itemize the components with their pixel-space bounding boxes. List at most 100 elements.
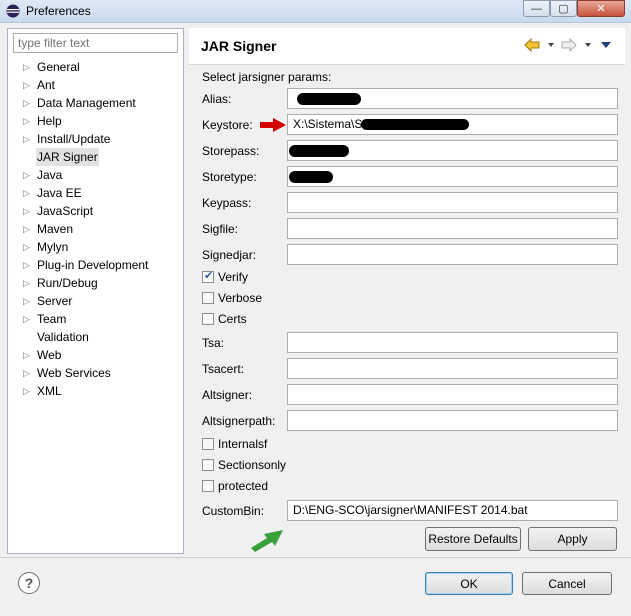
tree-item[interactable]: ▷ Java — [8, 166, 183, 184]
tree-item[interactable]: ▷ Web Services — [8, 364, 183, 382]
custombin-field[interactable]: D:\ENG-SCO\jarsigner\MANIFEST 2014.bat — [287, 500, 618, 521]
redaction-mark — [289, 171, 333, 183]
tsacert-label: Tsacert: — [202, 362, 245, 376]
help-icon[interactable]: ? — [18, 572, 40, 594]
redaction-mark — [289, 145, 349, 157]
tree-item-label: Java EE — [37, 186, 82, 200]
protected-checkbox[interactable] — [202, 480, 214, 492]
tree-item[interactable]: ▷ Run/Debug — [8, 274, 183, 292]
sigfile-label: Sigfile: — [202, 222, 239, 236]
minimize-button[interactable]: — — [523, 0, 550, 17]
expand-arrow-icon[interactable]: ▷ — [23, 94, 31, 112]
tree-item[interactable]: ▷ Mylyn — [8, 238, 183, 256]
tree-item[interactable]: ▷ Maven — [8, 220, 183, 238]
tree-item[interactable]: ▷ General — [8, 58, 183, 76]
tree-item[interactable]: ▷ XML — [8, 382, 183, 400]
signedjar-field[interactable] — [287, 244, 618, 265]
verbose-checkbox[interactable] — [202, 292, 214, 304]
close-button[interactable]: ✕ — [577, 0, 625, 17]
expand-arrow-icon[interactable]: ▷ — [23, 220, 31, 238]
storetype-field[interactable] — [287, 166, 618, 187]
green-annotation-arrow — [251, 530, 283, 552]
cancel-button[interactable]: Cancel — [522, 572, 612, 595]
back-dropdown-icon[interactable] — [547, 38, 555, 52]
section-label: Select jarsigner params: — [202, 70, 332, 84]
verify-checkbox[interactable]: ✔ — [202, 270, 214, 283]
verbose-label: Verbose — [218, 291, 263, 305]
expand-arrow-icon[interactable]: ▷ — [23, 364, 31, 382]
expand-arrow-icon[interactable]: ▷ — [23, 256, 31, 274]
tsa-field[interactable] — [287, 332, 618, 353]
ok-button[interactable]: OK — [425, 572, 513, 595]
protected-label: protected — [218, 479, 269, 493]
forward-dropdown-icon[interactable] — [584, 38, 592, 52]
storetype-label: Storetype: — [202, 170, 257, 184]
altsigner-field[interactable] — [287, 384, 618, 405]
altsignerpath-field[interactable] — [287, 410, 618, 431]
keystore-label: Keystore: — [202, 118, 253, 132]
jar-signer-page: JAR Signer Select jarsigner params: Alia… — [189, 28, 625, 554]
tree-item-label: Java — [37, 168, 63, 182]
custombin-label: CustomBin: — [202, 504, 265, 518]
tree-item[interactable]: ▷ Server — [8, 292, 183, 310]
page-title: JAR Signer — [201, 38, 277, 54]
expand-arrow-icon[interactable]: ▷ — [23, 184, 31, 202]
tree-item[interactable]: ▷ Java EE — [8, 184, 183, 202]
redaction-mark — [297, 93, 361, 105]
filter-input[interactable] — [13, 33, 178, 53]
tree-item[interactable]: ▷ Web — [8, 346, 183, 364]
storepass-label: Storepass: — [202, 144, 260, 158]
expand-arrow-icon[interactable]: ▷ — [23, 346, 31, 364]
tree-item-label: Web — [37, 348, 62, 362]
tree-item-label: General — [37, 60, 80, 74]
tree-item[interactable]: ▷ Install/Update — [8, 130, 183, 148]
tree-item[interactable]: ▷ Data Management — [8, 94, 183, 112]
sectionsonly-checkbox[interactable] — [202, 459, 214, 471]
back-arrow-icon[interactable] — [524, 38, 540, 52]
forward-arrow-icon[interactable] — [561, 38, 577, 52]
maximize-button[interactable]: ▢ — [550, 0, 577, 17]
redaction-mark — [361, 119, 469, 130]
expand-arrow-icon[interactable]: ▷ — [23, 76, 31, 94]
tsa-label: Tsa: — [202, 336, 225, 350]
alias-label: Alias: — [202, 92, 232, 106]
tree-item-label: Data Management — [37, 96, 136, 110]
tree-item-label: Server — [37, 294, 73, 308]
sigfile-field[interactable] — [287, 218, 618, 239]
expand-arrow-icon[interactable]: ▷ — [23, 292, 31, 310]
tree-item[interactable]: ▷ Ant — [8, 76, 183, 94]
tree-item-label: Install/Update — [37, 132, 111, 146]
expand-arrow-icon[interactable]: ▷ — [23, 382, 31, 400]
expand-arrow-icon[interactable]: ▷ — [23, 310, 31, 328]
expand-arrow-icon[interactable]: ▷ — [23, 166, 31, 184]
tree-item[interactable]: Validation — [8, 328, 183, 346]
window-title: Preferences — [26, 4, 91, 18]
tsacert-field[interactable] — [287, 358, 618, 379]
expand-arrow-icon[interactable]: ▷ — [23, 58, 31, 76]
tree-item-label: JAR Signer — [36, 148, 99, 166]
expand-arrow-icon[interactable]: ▷ — [23, 112, 31, 130]
tree-item[interactable]: ▷ Plug-in Development — [8, 256, 183, 274]
tree-item[interactable]: JAR Signer — [8, 148, 183, 166]
tree-item-label: Help — [37, 114, 62, 128]
internalsf-checkbox[interactable] — [202, 438, 214, 450]
eclipse-icon — [6, 4, 20, 18]
tree-item-label: Maven — [37, 222, 74, 236]
restore-defaults-button[interactable]: Restore Defaults — [425, 527, 521, 551]
expand-arrow-icon[interactable]: ▷ — [23, 274, 31, 292]
certs-checkbox[interactable] — [202, 313, 214, 325]
internalsf-label: Internalsf — [218, 437, 268, 451]
view-menu-icon[interactable] — [600, 38, 612, 52]
keypass-field[interactable] — [287, 192, 618, 213]
tree-item-label: Validation — [37, 330, 89, 344]
page-header: JAR Signer — [189, 28, 625, 65]
apply-button[interactable]: Apply — [528, 527, 617, 551]
preferences-tree-pane: ▷ General ▷ Ant ▷ Data Management ▷ Help ▷ Instal… — [7, 28, 184, 554]
tree-item[interactable]: ▷ Team — [8, 310, 183, 328]
tree-item[interactable]: ▷ JavaScript — [8, 202, 183, 220]
expand-arrow-icon[interactable]: ▷ — [23, 130, 31, 148]
tree-item[interactable]: ▷ Help — [8, 112, 183, 130]
expand-arrow-icon[interactable]: ▷ — [23, 238, 31, 256]
tree-item-label: Run/Debug — [37, 276, 98, 290]
expand-arrow-icon[interactable]: ▷ — [23, 202, 31, 220]
